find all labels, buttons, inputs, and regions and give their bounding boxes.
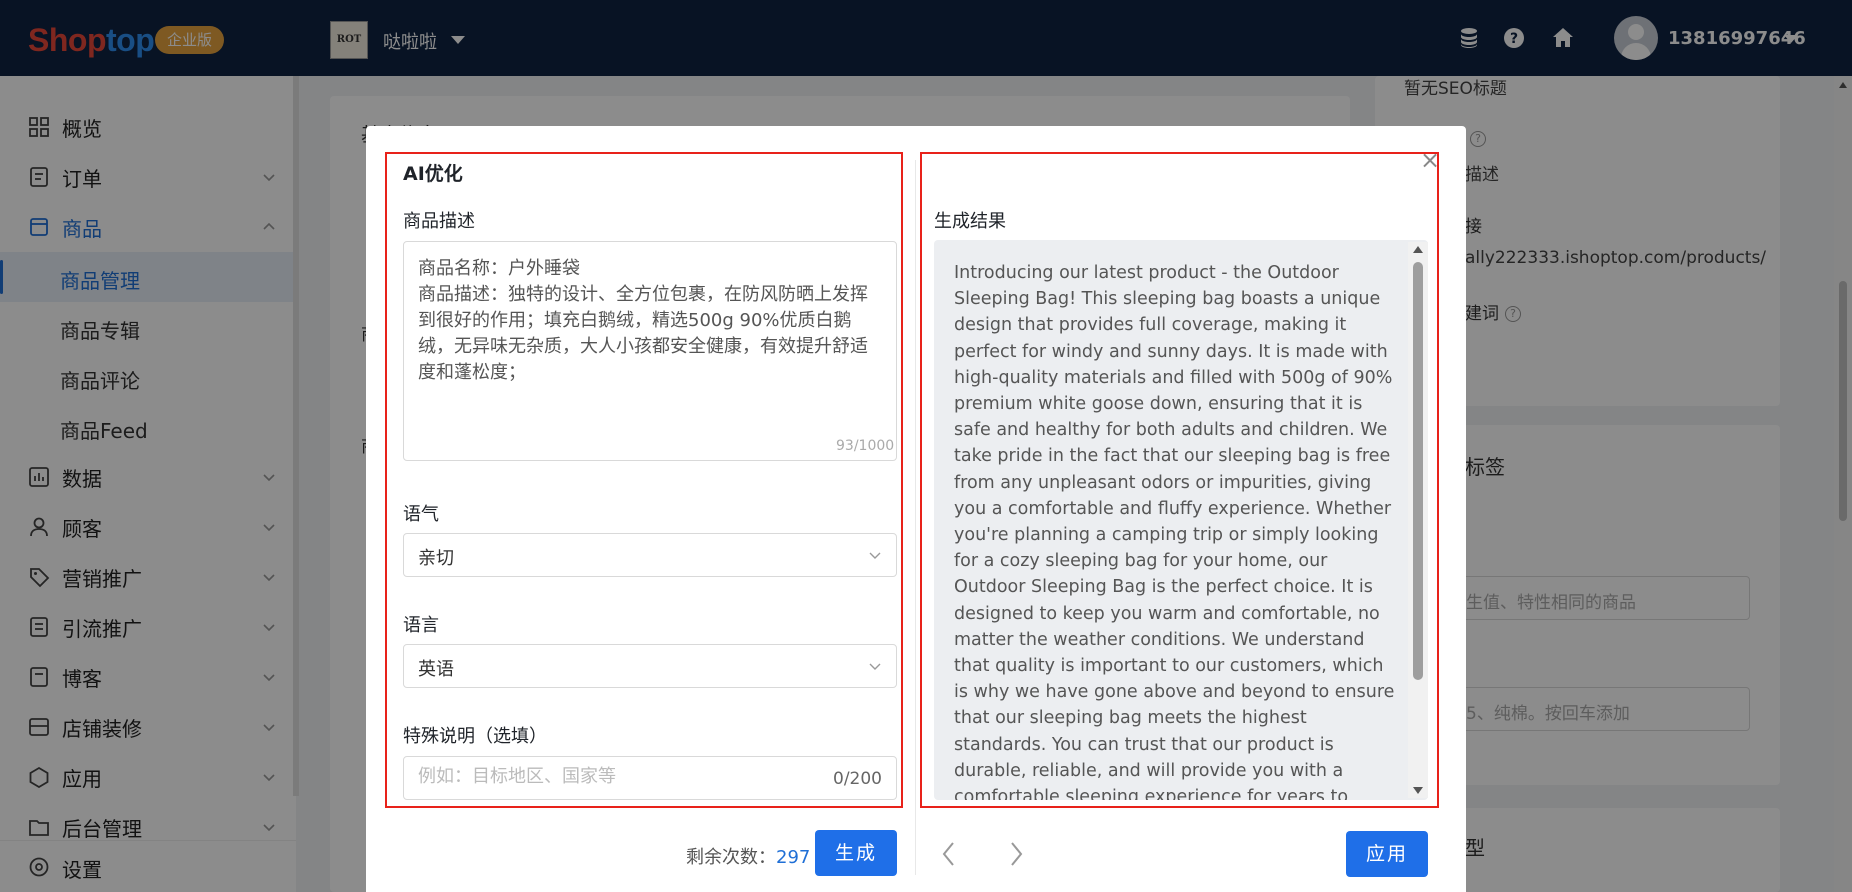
next-result-chevron-right-icon[interactable] — [1006, 840, 1026, 868]
language-select[interactable]: 英语 — [403, 644, 897, 688]
result-scrollbar[interactable] — [1408, 242, 1428, 798]
special-notes-counter: 0/200 — [833, 769, 882, 789]
chevron-down-icon — [869, 552, 881, 559]
description-counter: 93/1000 — [836, 438, 895, 454]
apply-button[interactable]: 应用 — [1346, 831, 1428, 877]
special-notes-input[interactable]: 0/200 — [403, 756, 897, 800]
description-textarea[interactable]: 商品名称：户外睡袋 商品描述：独特的设计、全方位包裹，在防风防晒上发挥到很好的作… — [403, 241, 897, 461]
chevron-down-icon — [869, 663, 881, 670]
scroll-down-icon[interactable] — [1413, 787, 1423, 794]
result-scroll-thumb[interactable] — [1413, 262, 1423, 680]
special-notes-field[interactable] — [418, 766, 798, 787]
remaining-count: 剩余次数：297 — [686, 847, 811, 868]
panel-divider — [915, 160, 916, 875]
modal-title: AI优化 — [403, 163, 463, 185]
language-label: 语言 — [403, 615, 439, 636]
description-label: 商品描述 — [403, 211, 475, 232]
result-text: Introducing our latest product - the Out… — [954, 263, 1395, 800]
result-label: 生成结果 — [934, 211, 1006, 232]
special-notes-label: 特殊说明（选填） — [403, 726, 547, 747]
tone-select[interactable]: 亲切 — [403, 533, 897, 577]
scroll-up-icon[interactable] — [1413, 246, 1423, 253]
tone-label: 语气 — [403, 504, 439, 525]
previous-result-chevron-left-icon[interactable] — [939, 840, 959, 868]
generate-button[interactable]: 生成 — [815, 830, 897, 876]
result-box[interactable]: Introducing our latest product - the Out… — [934, 240, 1428, 800]
